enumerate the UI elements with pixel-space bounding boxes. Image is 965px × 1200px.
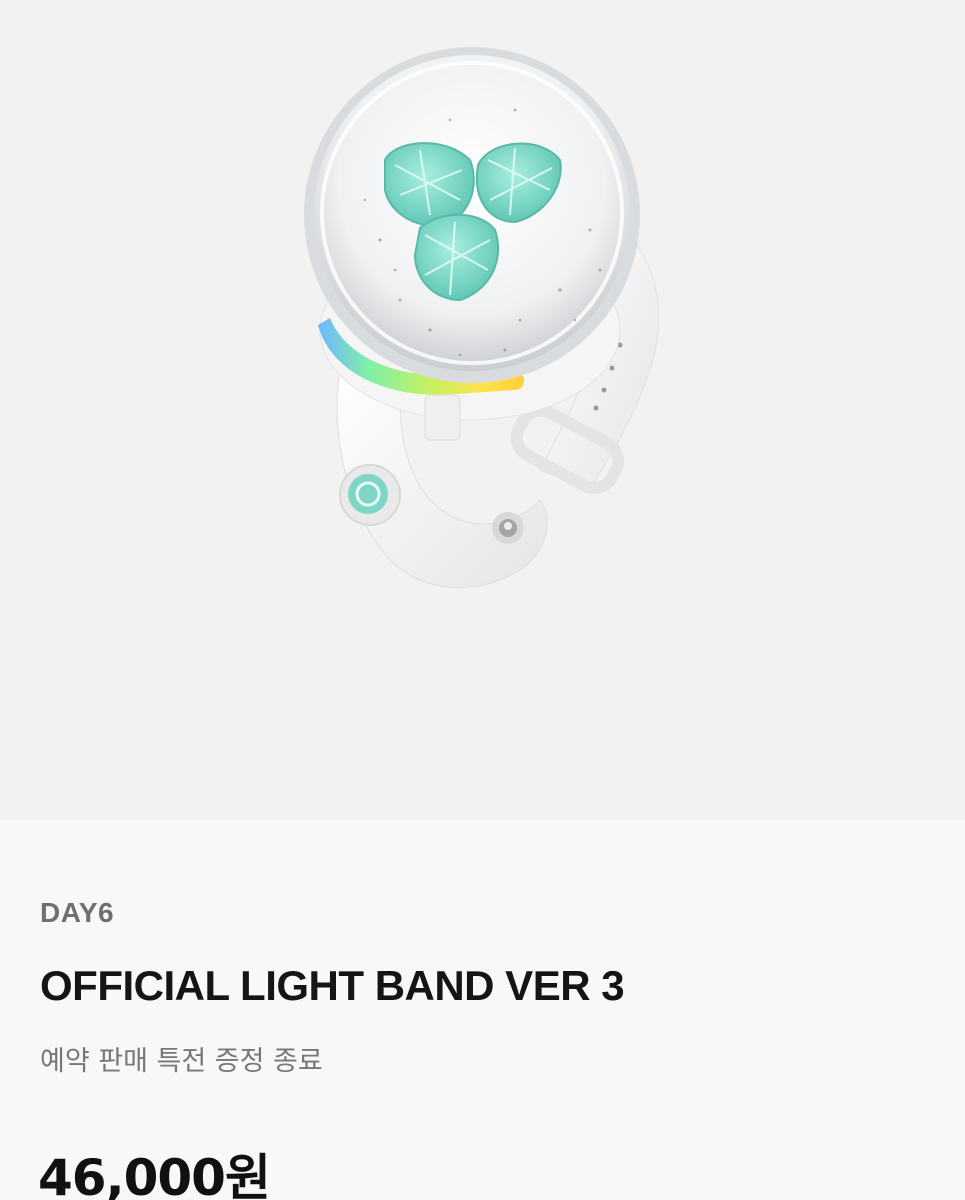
product-price: 46,000원 bbox=[38, 1149, 271, 1200]
product-detail-page: DAY6 OFFICIAL LIGHT BAND VER 3 예약 판매 특전 … bbox=[0, 0, 965, 1200]
product-title: OFFICIAL LIGHT BAND VER 3 bbox=[40, 962, 625, 1009]
product-subtitle: 예약 판매 특전 증정 종료 bbox=[40, 1046, 323, 1077]
product-info: DAY6 OFFICIAL LIGHT BAND VER 3 예약 판매 특전 … bbox=[0, 820, 965, 1200]
product-image[interactable] bbox=[0, 0, 965, 820]
light-band-illustration bbox=[304, 47, 659, 589]
artist-name[interactable]: DAY6 bbox=[40, 897, 114, 929]
